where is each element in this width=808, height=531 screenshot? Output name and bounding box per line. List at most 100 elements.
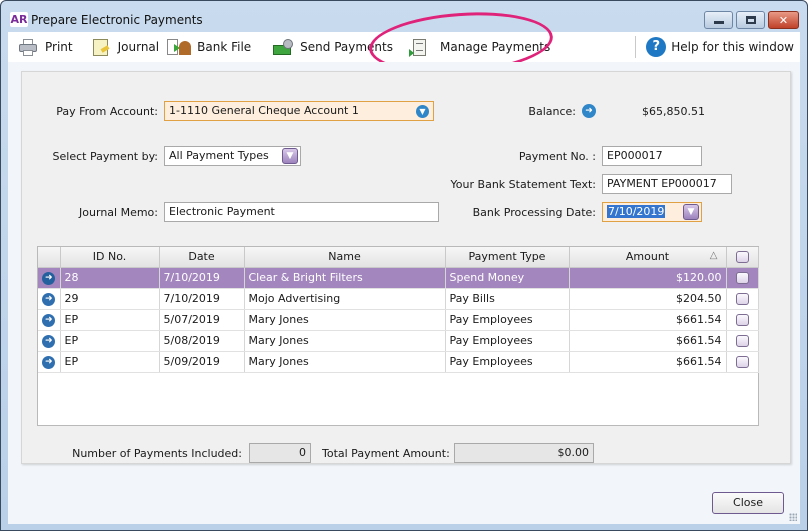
cell-payment-type: Spend Money [445, 267, 570, 289]
payments-grid: ID No. Date Name Payment Type Amount △ ➜ 2… [37, 246, 759, 426]
journal-button[interactable]: Journal [87, 32, 164, 62]
table-row[interactable]: ➜ EP 5/08/2019 Mary Jones Pay Employees $661.… [38, 330, 759, 352]
manage-payments-label: Manage Payments [440, 40, 551, 54]
cell-id: EP [60, 309, 160, 331]
row-detail-arrow-icon[interactable]: ➜ [42, 314, 56, 327]
bank-statement-input[interactable]: PAYMENT EP000017 [602, 174, 732, 194]
printer-icon [18, 38, 38, 56]
table-row[interactable]: ➜ EP 5/07/2019 Mary Jones Pay Employees $661.… [38, 309, 759, 331]
include-checkbox[interactable] [735, 356, 749, 368]
close-button[interactable]: Close [712, 492, 784, 514]
payment-no-label: Payment No. : [518, 150, 596, 163]
cell-include [726, 351, 759, 373]
help-button[interactable]: ? Help for this window [642, 32, 798, 62]
resize-grip[interactable] [789, 513, 797, 521]
select-payment-value: All Payment Types [169, 149, 269, 162]
calendar-dropdown-icon[interactable]: ▼ [683, 204, 699, 220]
payments-count-label: Number of Payments Included: [72, 447, 242, 460]
journal-icon [91, 38, 111, 56]
cell-include [726, 288, 759, 310]
app-logo-icon: AR [10, 12, 28, 27]
bank-processing-date-input[interactable]: 7/10/2019 ▼ [602, 202, 702, 222]
amount-header-label: Amount [625, 250, 670, 264]
print-label: Print [45, 40, 73, 54]
chevron-down-icon[interactable]: ▼ [282, 148, 298, 164]
payment-no-value: EP000017 [607, 149, 663, 162]
cell-payment-type: Pay Employees [445, 330, 570, 352]
col-header-date[interactable]: Date [159, 247, 245, 268]
close-window-button[interactable]: ✕ [768, 11, 799, 29]
bank-statement-label: Your Bank Statement Text: [450, 178, 596, 191]
total-amount-field: $0.00 [454, 443, 594, 463]
payment-no-input[interactable]: EP000017 [602, 146, 702, 166]
cell-name: Mojo Advertising [244, 288, 446, 310]
row-detail-arrow-cell: ➜ [38, 351, 61, 373]
bank-statement-value: PAYMENT EP000017 [607, 177, 717, 190]
maximize-icon [745, 16, 756, 24]
include-checkbox[interactable] [735, 272, 749, 284]
table-header-row: ID No. Date Name Payment Type Amount △ [38, 247, 759, 268]
row-detail-arrow-icon[interactable]: ➜ [42, 293, 56, 306]
cell-payment-type: Pay Employees [445, 309, 570, 331]
col-header-amount[interactable]: Amount △ [569, 247, 727, 268]
total-amount-value: $0.00 [557, 446, 590, 459]
cell-include [726, 267, 759, 289]
cell-id: 29 [60, 288, 160, 310]
window-controls: ✕ [704, 11, 799, 29]
include-checkbox[interactable] [735, 314, 749, 326]
dropdown-icon[interactable]: ▼ [416, 105, 429, 118]
row-detail-arrow-icon[interactable]: ➜ [42, 335, 56, 348]
row-detail-arrow-cell: ➜ [38, 309, 61, 331]
row-detail-arrow-icon[interactable]: ➜ [42, 272, 56, 285]
bank-file-icon [167, 38, 193, 56]
total-amount-label: Total Payment Amount: [322, 447, 450, 460]
prepare-electronic-payments-window: AR Prepare Electronic Payments ✕ Print J… [0, 0, 808, 531]
toolbar-divider [635, 36, 637, 58]
cell-name: Mary Jones [244, 330, 446, 352]
table-row[interactable]: ➜ EP 5/09/2019 Mary Jones Pay Employees $661.… [38, 351, 759, 373]
col-header-select-all[interactable] [726, 247, 759, 268]
include-checkbox[interactable] [735, 293, 749, 305]
manage-payments-button[interactable]: Manage Payments [405, 32, 554, 62]
bank-file-button[interactable]: Bank File [163, 32, 255, 62]
cell-amount: $661.54 [569, 309, 727, 331]
journal-memo-input[interactable]: Electronic Payment [164, 202, 439, 222]
send-payments-icon [273, 38, 294, 56]
pay-from-value: 1-1110 General Cheque Account 1 [169, 104, 359, 117]
select-payment-combo[interactable]: All Payment Types ▼ [164, 146, 301, 166]
bank-date-label: Bank Processing Date: [472, 206, 596, 219]
table-body: ➜ 28 7/10/2019 Clear & Bright Filters Spend … [38, 267, 759, 373]
journal-memo-label: Journal Memo: [79, 206, 158, 219]
print-button[interactable]: Print [14, 32, 77, 62]
row-detail-arrow-cell: ➜ [38, 330, 61, 352]
row-detail-arrow-cell: ➜ [38, 288, 61, 310]
include-checkbox[interactable] [735, 335, 749, 347]
title-bar: AR Prepare Electronic Payments ✕ [1, 1, 807, 33]
cell-date: 7/10/2019 [159, 288, 245, 310]
cell-id: EP [60, 351, 160, 373]
maximize-button[interactable] [736, 11, 765, 29]
send-payments-button[interactable]: Send Payments [269, 32, 397, 62]
balance-detail-arrow-icon[interactable]: ➜ [582, 104, 596, 118]
row-detail-arrow-icon[interactable]: ➜ [42, 356, 56, 369]
cell-amount: $661.54 [569, 351, 727, 373]
col-header-name[interactable]: Name [244, 247, 446, 268]
cell-name: Mary Jones [244, 309, 446, 331]
col-header-id[interactable]: ID No. [60, 247, 160, 268]
journal-memo-value: Electronic Payment [169, 205, 275, 218]
cell-name: Mary Jones [244, 351, 446, 373]
cell-date: 5/09/2019 [159, 351, 245, 373]
cell-payment-type: Pay Employees [445, 351, 570, 373]
select-all-checkbox[interactable] [735, 251, 749, 264]
table-row[interactable]: ➜ 28 7/10/2019 Clear & Bright Filters Spend … [38, 267, 759, 289]
pay-from-label: Pay From Account: [56, 105, 158, 118]
cell-amount: $120.00 [569, 267, 727, 289]
row-detail-arrow-cell: ➜ [38, 267, 61, 289]
col-header-payment-type[interactable]: Payment Type [445, 247, 570, 268]
cell-date: 7/10/2019 [159, 267, 245, 289]
table-row[interactable]: ➜ 29 7/10/2019 Mojo Advertising Pay Bills $20… [38, 288, 759, 310]
pay-from-account-combo[interactable]: 1-1110 General Cheque Account 1 ▼ [164, 101, 434, 121]
balance-label: Balance: [528, 105, 576, 118]
cell-include [726, 330, 759, 352]
minimize-button[interactable] [704, 11, 733, 29]
